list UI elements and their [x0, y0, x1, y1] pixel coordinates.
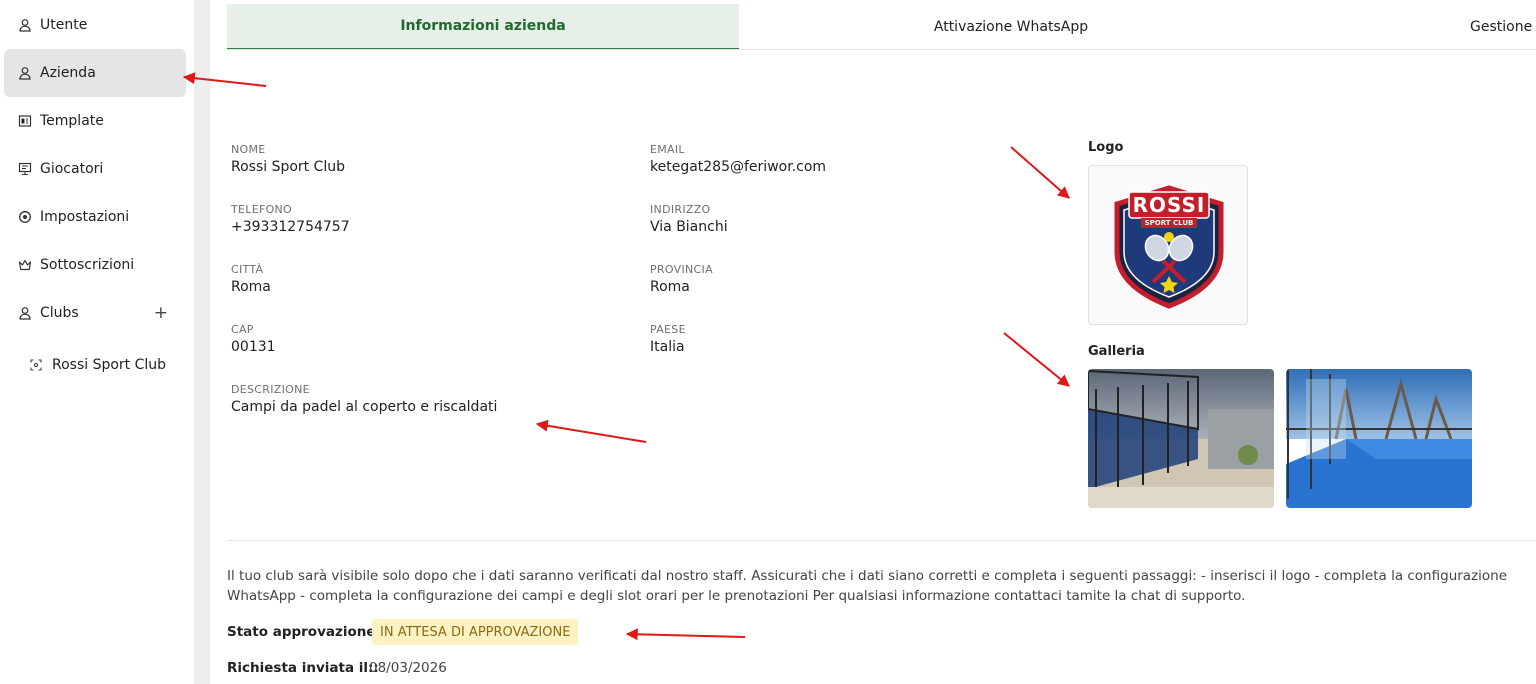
crown-icon — [18, 259, 32, 271]
email-label: EMAIL — [650, 143, 685, 156]
gallery-image[interactable] — [1286, 369, 1472, 508]
descrizione-label: DESCRIZIONE — [231, 383, 310, 396]
citta-label: CITTÀ — [231, 263, 264, 276]
sidebar-divider — [194, 0, 210, 684]
status-badge: IN ATTESA DI APPROVAZIONE — [372, 619, 579, 645]
padel-court-photo — [1088, 369, 1274, 508]
user-icon — [19, 67, 31, 80]
sidebar-item-label: Giocatori — [40, 161, 104, 177]
telefono-label: TELEFONO — [231, 203, 293, 216]
nome-label: NOME — [231, 143, 266, 156]
sidebar-item-impostazioni[interactable]: Impostazioni — [4, 193, 186, 241]
indirizzo-label: INDIRIZZO — [650, 203, 711, 216]
sidebar-item-label: Sottoscrizioni — [40, 257, 135, 273]
sidebar-subitem-club[interactable]: Rossi Sport Club — [30, 352, 166, 378]
sidebar-item-label: Azienda — [40, 65, 96, 81]
nome-value: Rossi Sport Club — [231, 159, 346, 175]
request-sent-date: 08/03/2026 — [369, 660, 447, 676]
sidebar: Utente Azienda Template Giocatori Impost… — [0, 0, 194, 684]
sidebar-item-giocatori[interactable]: Giocatori — [4, 145, 186, 193]
annotation-arrow — [535, 419, 647, 443]
telefono-value: +393312754757 — [231, 219, 350, 235]
approval-status-label: Stato approvazione: — [227, 624, 381, 640]
sidebar-subitem-label: Rossi Sport Club — [52, 357, 167, 373]
cap-label: CAP — [231, 323, 254, 336]
sidebar-item-label: Impostazioni — [40, 209, 130, 225]
citta-value: Roma — [231, 279, 271, 295]
settings-icon — [19, 211, 31, 223]
logo-brand-text: ROSSI — [1132, 193, 1206, 217]
cap-value: 00131 — [231, 339, 276, 355]
focus-icon — [30, 359, 42, 371]
add-club-button[interactable]: + — [154, 303, 168, 323]
provincia-label: PROVINCIA — [650, 263, 713, 276]
section-divider — [227, 540, 1536, 541]
logo-subtitle-text: SPORT CLUB — [1144, 219, 1194, 227]
sidebar-item-azienda[interactable]: Azienda — [4, 49, 186, 97]
padel-court-photo — [1286, 369, 1472, 508]
annotation-arrow — [625, 628, 746, 641]
indirizzo-value: Via Bianchi — [650, 219, 728, 235]
descrizione-value: Campi da padel al coperto e riscaldati — [231, 399, 498, 415]
players-icon — [18, 162, 32, 176]
sidebar-item-label: Utente — [40, 17, 88, 33]
user-icon — [19, 307, 31, 320]
sidebar-item-sottoscrizioni[interactable]: Sottoscrizioni — [4, 241, 186, 289]
tab-gestione-campi[interactable]: Gestione campi — [1470, 4, 1536, 49]
request-sent-label: Richiesta inviata il:: — [227, 660, 379, 676]
user-icon — [19, 19, 31, 32]
annotation-arrow — [1003, 332, 1070, 387]
sidebar-item-label: Template — [40, 113, 104, 129]
club-logo — [1114, 185, 1224, 309]
paese-label: PAESE — [650, 323, 686, 336]
gallery-title: Galleria — [1088, 344, 1145, 359]
sidebar-item-template[interactable]: Template — [4, 97, 186, 145]
logo-title: Logo — [1088, 140, 1124, 155]
provincia-value: Roma — [650, 279, 690, 295]
sidebar-item-utente[interactable]: Utente — [4, 1, 186, 49]
sidebar-item-label: Clubs — [40, 305, 79, 321]
tab-informazioni-azienda[interactable]: Informazioni azienda — [227, 4, 739, 49]
template-icon — [18, 115, 32, 127]
tab-attivazione-whatsapp[interactable]: Attivazione WhatsApp — [739, 4, 1283, 49]
paese-value: Italia — [650, 339, 685, 355]
gallery-image[interactable] — [1088, 369, 1274, 508]
logo-image[interactable]: ROSSI SPORT CLUB — [1088, 165, 1248, 325]
sidebar-item-clubs[interactable]: Clubs + — [4, 289, 186, 337]
tab-bar: Informazioni azienda Attivazione WhatsAp… — [227, 4, 1536, 50]
annotation-arrow — [1010, 146, 1070, 199]
verification-notice: Il tuo club sarà visibile solo dopo che … — [227, 568, 1508, 604]
email-value: ketegat285@feriwor.com — [650, 159, 827, 175]
